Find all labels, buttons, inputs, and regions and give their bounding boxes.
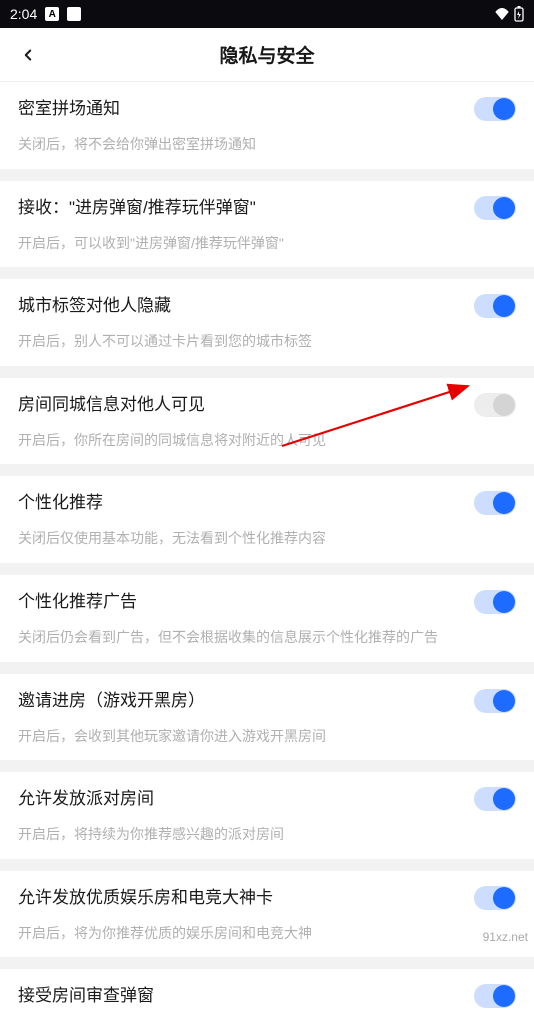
setting-title: 密室拼场通知 xyxy=(18,97,120,121)
setting-toggle[interactable] xyxy=(474,97,516,121)
setting-title: 房间同城信息对他人可见 xyxy=(18,393,205,417)
status-indicator-a: A xyxy=(45,7,59,21)
setting-title: 个性化推荐广告 xyxy=(18,590,137,614)
chevron-left-icon xyxy=(19,46,37,64)
setting-toggle[interactable] xyxy=(474,393,516,417)
setting-description: 关闭后仅使用基本功能，无法看到个性化推荐内容 xyxy=(18,529,516,549)
setting-title: 接受房间审查弹窗 xyxy=(18,984,154,1008)
section-divider xyxy=(0,859,534,871)
toggle-knob xyxy=(493,887,515,909)
setting-toggle[interactable] xyxy=(474,491,516,515)
setting-item: 个性化推荐关闭后仅使用基本功能，无法看到个性化推荐内容 xyxy=(0,476,534,563)
setting-description: 开启后，将为你推荐优质的娱乐房间和电竞大神 xyxy=(18,924,516,944)
status-indicator-square xyxy=(67,7,81,21)
setting-title: 邀请进房（游戏开黑房） xyxy=(18,689,205,713)
page-title: 隐私与安全 xyxy=(0,41,534,68)
setting-item: 密室拼场通知关闭后，将不会给你弹出密室拼场通知 xyxy=(0,82,534,169)
setting-title: 个性化推荐 xyxy=(18,491,103,515)
setting-description: 开启后，会收到其他玩家邀请你进入游戏开黑房间 xyxy=(18,727,516,747)
setting-title: 允许发放优质娱乐房和电竞大神卡 xyxy=(18,886,273,910)
setting-item: 邀请进房（游戏开黑房） 开启后，会收到其他玩家邀请你进入游戏开黑房间 xyxy=(0,674,534,761)
toggle-knob xyxy=(493,591,515,613)
setting-title: 城市标签对他人隐藏 xyxy=(18,294,171,318)
setting-description: 开启后，别人不可以通过卡片看到您的城市标签 xyxy=(18,332,516,352)
setting-toggle[interactable] xyxy=(474,886,516,910)
section-divider xyxy=(0,760,534,772)
setting-item: 允许发放派对房间开启后，将持续为你推荐感兴趣的派对房间 xyxy=(0,772,534,859)
setting-toggle[interactable] xyxy=(474,984,516,1008)
toggle-knob xyxy=(493,690,515,712)
setting-description: 关闭后，将不会给你弹出密室拼场通知 xyxy=(18,135,516,155)
wifi-icon xyxy=(494,8,510,20)
toggle-knob xyxy=(493,197,515,219)
setting-item: 城市标签对他人隐藏开启后，别人不可以通过卡片看到您的城市标签 xyxy=(0,279,534,366)
setting-toggle[interactable] xyxy=(474,787,516,811)
setting-toggle[interactable] xyxy=(474,689,516,713)
setting-description: 关闭后仍会看到广告，但不会根据收集的信息展示个性化推荐的广告 xyxy=(18,628,516,648)
section-divider xyxy=(0,563,534,575)
toggle-knob xyxy=(493,985,515,1007)
status-time: 2:04 xyxy=(10,6,37,22)
toggle-knob xyxy=(493,788,515,810)
toggle-knob xyxy=(493,394,515,416)
section-divider xyxy=(0,957,534,969)
setting-description: 开启后，将持续为你推荐感兴趣的派对房间 xyxy=(18,825,516,845)
section-divider xyxy=(0,169,534,181)
battery-icon xyxy=(514,6,524,22)
section-divider xyxy=(0,662,534,674)
section-divider xyxy=(0,464,534,476)
setting-item: 个性化推荐广告关闭后仍会看到广告，但不会根据收集的信息展示个性化推荐的广告 xyxy=(0,575,534,662)
setting-description: 开启后，可以收到"进房弹窗/推荐玩伴弹窗" xyxy=(18,234,516,254)
toggle-knob xyxy=(493,492,515,514)
section-divider xyxy=(0,366,534,378)
setting-description: 开启后，你所在房间的同城信息将对附近的人可见 xyxy=(18,431,516,451)
setting-item: 允许发放优质娱乐房和电竞大神卡开启后，将为你推荐优质的娱乐房间和电竞大神 xyxy=(0,871,534,958)
setting-item: 房间同城信息对他人可见开启后，你所在房间的同城信息将对附近的人可见 xyxy=(0,378,534,465)
section-divider xyxy=(0,267,534,279)
header-bar: 隐私与安全 xyxy=(0,28,534,82)
toggle-knob xyxy=(493,98,515,120)
setting-title: 接收："进房弹窗/推荐玩伴弹窗" xyxy=(18,196,256,220)
setting-item: 接收："进房弹窗/推荐玩伴弹窗" 开启后，可以收到"进房弹窗/推荐玩伴弹窗" xyxy=(0,181,534,268)
status-bar: 2:04 A xyxy=(0,0,534,28)
setting-toggle[interactable] xyxy=(474,196,516,220)
back-button[interactable] xyxy=(12,39,44,71)
setting-title: 允许发放派对房间 xyxy=(18,787,154,811)
setting-item: 接受房间审查弹窗 xyxy=(0,969,534,1022)
toggle-knob xyxy=(493,295,515,317)
setting-toggle[interactable] xyxy=(474,590,516,614)
setting-toggle[interactable] xyxy=(474,294,516,318)
